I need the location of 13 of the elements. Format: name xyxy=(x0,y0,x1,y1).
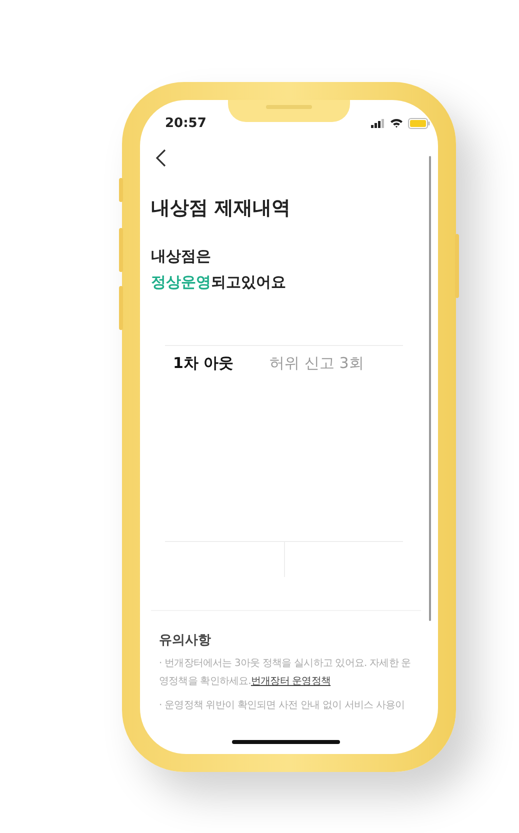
status-time: 20:57 xyxy=(165,116,206,130)
wifi-icon xyxy=(390,118,403,128)
status-label: 내상점은 xyxy=(151,246,212,267)
policy-link[interactable]: 번개장터 운영정책 xyxy=(250,676,331,687)
notice-text: · 번개장터에서는 3아웃 정책을 실시하고 있어요. 자세한 운영정책을 확인하세요.번개장터 운영정책 xyxy=(159,657,412,689)
notice-text: · 운영정책 위반이 확인되면 사전 안내 없이 서비스 사용이 xyxy=(159,699,406,713)
notice-heading: 유의사항 xyxy=(159,632,212,649)
back-button[interactable] xyxy=(155,149,167,167)
battery-icon xyxy=(408,118,430,128)
tab[interactable]: 1차 아웃 xyxy=(173,354,234,373)
status-message: 정상운영되고있어요 xyxy=(151,272,287,293)
signal-icon xyxy=(371,118,385,128)
page-title: 내상점 제재내역 xyxy=(151,196,292,221)
